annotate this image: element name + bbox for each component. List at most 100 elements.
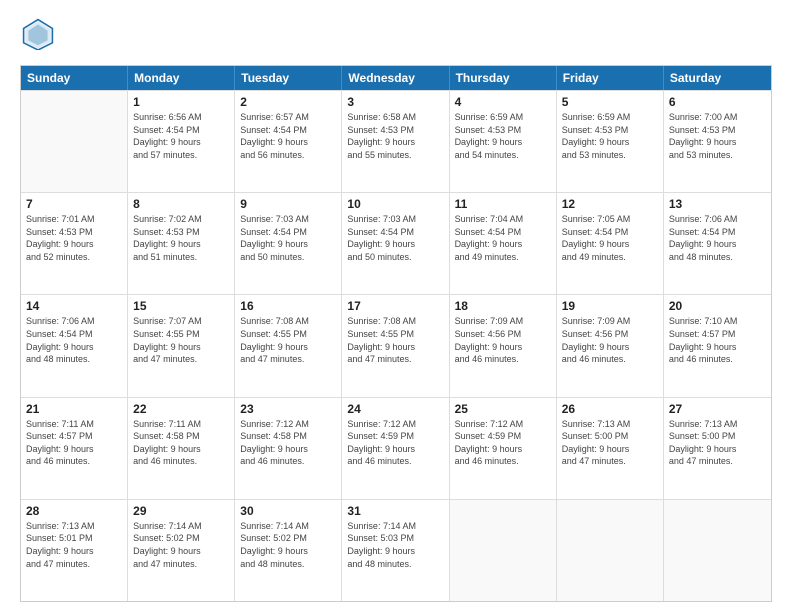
day-number: 10 xyxy=(347,197,443,211)
day-info: Sunrise: 7:10 AM Sunset: 4:57 PM Dayligh… xyxy=(669,315,766,365)
day-cell-24: 24 Sunrise: 7:12 AM Sunset: 4:59 PM Dayli… xyxy=(342,398,449,499)
day-info: Sunrise: 7:06 AM Sunset: 4:54 PM Dayligh… xyxy=(669,213,766,263)
day-number: 19 xyxy=(562,299,658,313)
day-info: Sunrise: 6:57 AM Sunset: 4:54 PM Dayligh… xyxy=(240,111,336,161)
day-info: Sunrise: 7:13 AM Sunset: 5:00 PM Dayligh… xyxy=(669,418,766,468)
week-row-4: 21 Sunrise: 7:11 AM Sunset: 4:57 PM Dayli… xyxy=(21,397,771,499)
day-cell-12: 12 Sunrise: 7:05 AM Sunset: 4:54 PM Dayli… xyxy=(557,193,664,294)
day-cell-25: 25 Sunrise: 7:12 AM Sunset: 4:59 PM Dayli… xyxy=(450,398,557,499)
header-day-sunday: Sunday xyxy=(21,66,128,90)
day-info: Sunrise: 6:58 AM Sunset: 4:53 PM Dayligh… xyxy=(347,111,443,161)
day-info: Sunrise: 7:13 AM Sunset: 5:01 PM Dayligh… xyxy=(26,520,122,570)
day-cell-28: 28 Sunrise: 7:13 AM Sunset: 5:01 PM Dayli… xyxy=(21,500,128,601)
day-info: Sunrise: 7:05 AM Sunset: 4:54 PM Dayligh… xyxy=(562,213,658,263)
logo-icon xyxy=(22,18,54,50)
calendar-body: 1Sunrise: 6:56 AM Sunset: 4:54 PM Daylig… xyxy=(21,90,771,601)
day-number: 12 xyxy=(562,197,658,211)
day-number: 30 xyxy=(240,504,336,518)
day-number: 20 xyxy=(669,299,766,313)
day-number: 21 xyxy=(26,402,122,416)
day-cell-30: 30 Sunrise: 7:14 AM Sunset: 5:02 PM Dayli… xyxy=(235,500,342,601)
day-number: 4 xyxy=(455,95,551,109)
day-cell-13: 13 Sunrise: 7:06 AM Sunset: 4:54 PM Dayli… xyxy=(664,193,771,294)
week-row-3: 14 Sunrise: 7:06 AM Sunset: 4:54 PM Dayli… xyxy=(21,294,771,396)
day-number: 8 xyxy=(133,197,229,211)
page: SundayMondayTuesdayWednesdayThursdayFrid… xyxy=(0,0,792,612)
day-info: Sunrise: 7:12 AM Sunset: 4:59 PM Dayligh… xyxy=(347,418,443,468)
day-info: Sunrise: 7:06 AM Sunset: 4:54 PM Dayligh… xyxy=(26,315,122,365)
day-cell-5: 5 Sunrise: 6:59 AM Sunset: 4:53 PM Daylig… xyxy=(557,91,664,192)
day-number: 23 xyxy=(240,402,336,416)
day-info: Sunrise: 6:59 AM Sunset: 4:53 PM Dayligh… xyxy=(455,111,551,161)
day-info: Sunrise: 7:03 AM Sunset: 4:54 PM Dayligh… xyxy=(240,213,336,263)
day-cell-8: 8 Sunrise: 7:02 AM Sunset: 4:53 PM Daylig… xyxy=(128,193,235,294)
header-day-saturday: Saturday xyxy=(664,66,771,90)
day-info: Sunrise: 7:08 AM Sunset: 4:55 PM Dayligh… xyxy=(347,315,443,365)
day-info: Sunrise: 7:02 AM Sunset: 4:53 PM Dayligh… xyxy=(133,213,229,263)
day-cell-2: 2 Sunrise: 6:57 AM Sunset: 4:54 PM Daylig… xyxy=(235,91,342,192)
day-number: 3 xyxy=(347,95,443,109)
day-number: 25 xyxy=(455,402,551,416)
day-info: Sunrise: 7:13 AM Sunset: 5:00 PM Dayligh… xyxy=(562,418,658,468)
day-cell-11: 11 Sunrise: 7:04 AM Sunset: 4:54 PM Dayli… xyxy=(450,193,557,294)
day-number: 17 xyxy=(347,299,443,313)
day-info: Sunrise: 7:04 AM Sunset: 4:54 PM Dayligh… xyxy=(455,213,551,263)
day-cell-16: 16 Sunrise: 7:08 AM Sunset: 4:55 PM Dayli… xyxy=(235,295,342,396)
header-day-tuesday: Tuesday xyxy=(235,66,342,90)
empty-cell xyxy=(450,500,557,601)
day-info: Sunrise: 6:59 AM Sunset: 4:53 PM Dayligh… xyxy=(562,111,658,161)
day-cell-29: 29Sunrise: 7:14 AM Sunset: 5:02 PM Dayli… xyxy=(128,500,235,601)
day-number: 14 xyxy=(26,299,122,313)
day-number: 24 xyxy=(347,402,443,416)
header-day-monday: Monday xyxy=(128,66,235,90)
week-row-1: 1Sunrise: 6:56 AM Sunset: 4:54 PM Daylig… xyxy=(21,90,771,192)
day-number: 18 xyxy=(455,299,551,313)
day-number: 5 xyxy=(562,95,658,109)
day-number: 27 xyxy=(669,402,766,416)
day-cell-1: 1Sunrise: 6:56 AM Sunset: 4:54 PM Daylig… xyxy=(128,91,235,192)
day-info: Sunrise: 7:14 AM Sunset: 5:02 PM Dayligh… xyxy=(240,520,336,570)
day-number: 26 xyxy=(562,402,658,416)
day-number: 31 xyxy=(347,504,443,518)
week-row-2: 7 Sunrise: 7:01 AM Sunset: 4:53 PM Daylig… xyxy=(21,192,771,294)
calendar: SundayMondayTuesdayWednesdayThursdayFrid… xyxy=(20,65,772,602)
day-number: 28 xyxy=(26,504,122,518)
day-info: Sunrise: 7:08 AM Sunset: 4:55 PM Dayligh… xyxy=(240,315,336,365)
header xyxy=(20,18,772,55)
day-cell-4: 4 Sunrise: 6:59 AM Sunset: 4:53 PM Daylig… xyxy=(450,91,557,192)
day-cell-22: 22Sunrise: 7:11 AM Sunset: 4:58 PM Dayli… xyxy=(128,398,235,499)
day-number: 13 xyxy=(669,197,766,211)
day-info: Sunrise: 7:09 AM Sunset: 4:56 PM Dayligh… xyxy=(562,315,658,365)
day-info: Sunrise: 7:12 AM Sunset: 4:59 PM Dayligh… xyxy=(455,418,551,468)
day-cell-17: 17 Sunrise: 7:08 AM Sunset: 4:55 PM Dayli… xyxy=(342,295,449,396)
day-info: Sunrise: 7:07 AM Sunset: 4:55 PM Dayligh… xyxy=(133,315,229,365)
calendar-header: SundayMondayTuesdayWednesdayThursdayFrid… xyxy=(21,66,771,90)
day-info: Sunrise: 7:14 AM Sunset: 5:03 PM Dayligh… xyxy=(347,520,443,570)
day-info: Sunrise: 7:01 AM Sunset: 4:53 PM Dayligh… xyxy=(26,213,122,263)
day-number: 16 xyxy=(240,299,336,313)
day-info: Sunrise: 7:00 AM Sunset: 4:53 PM Dayligh… xyxy=(669,111,766,161)
day-number: 29 xyxy=(133,504,229,518)
day-cell-7: 7 Sunrise: 7:01 AM Sunset: 4:53 PM Daylig… xyxy=(21,193,128,294)
day-cell-23: 23Sunrise: 7:12 AM Sunset: 4:58 PM Dayli… xyxy=(235,398,342,499)
day-number: 7 xyxy=(26,197,122,211)
day-cell-27: 27 Sunrise: 7:13 AM Sunset: 5:00 PM Dayli… xyxy=(664,398,771,499)
day-info: Sunrise: 7:11 AM Sunset: 4:57 PM Dayligh… xyxy=(26,418,122,468)
day-cell-21: 21 Sunrise: 7:11 AM Sunset: 4:57 PM Dayli… xyxy=(21,398,128,499)
day-cell-18: 18 Sunrise: 7:09 AM Sunset: 4:56 PM Dayli… xyxy=(450,295,557,396)
empty-cell xyxy=(21,91,128,192)
day-cell-26: 26 Sunrise: 7:13 AM Sunset: 5:00 PM Dayli… xyxy=(557,398,664,499)
empty-cell xyxy=(664,500,771,601)
logo xyxy=(20,18,54,55)
day-cell-10: 10Sunrise: 7:03 AM Sunset: 4:54 PM Dayli… xyxy=(342,193,449,294)
day-cell-9: 9Sunrise: 7:03 AM Sunset: 4:54 PM Daylig… xyxy=(235,193,342,294)
header-day-wednesday: Wednesday xyxy=(342,66,449,90)
day-cell-15: 15Sunrise: 7:07 AM Sunset: 4:55 PM Dayli… xyxy=(128,295,235,396)
day-cell-14: 14 Sunrise: 7:06 AM Sunset: 4:54 PM Dayli… xyxy=(21,295,128,396)
empty-cell xyxy=(557,500,664,601)
day-number: 11 xyxy=(455,197,551,211)
day-number: 2 xyxy=(240,95,336,109)
day-cell-31: 31 Sunrise: 7:14 AM Sunset: 5:03 PM Dayli… xyxy=(342,500,449,601)
header-day-thursday: Thursday xyxy=(450,66,557,90)
day-info: Sunrise: 7:09 AM Sunset: 4:56 PM Dayligh… xyxy=(455,315,551,365)
